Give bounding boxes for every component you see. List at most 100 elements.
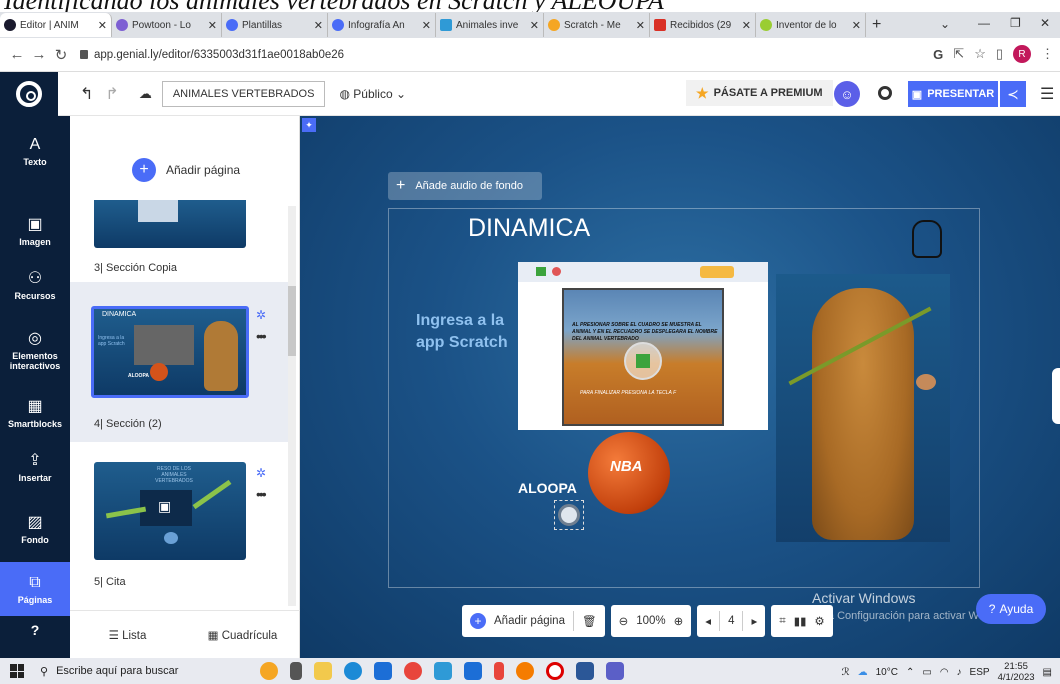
- pin-icon[interactable]: ✦: [302, 118, 316, 132]
- help-button[interactable]: ? Ayuda: [976, 594, 1046, 624]
- notifications-icon[interactable]: ▤: [1043, 667, 1052, 678]
- windows-start-icon[interactable]: [10, 664, 24, 678]
- instruction-text[interactable]: Ingresa a la app Scratch: [416, 310, 526, 354]
- plus-icon[interactable]: +: [470, 613, 486, 629]
- google-icon[interactable]: G: [933, 47, 943, 62]
- opera-icon[interactable]: [546, 662, 564, 680]
- page-thumbnail-3[interactable]: [94, 200, 246, 248]
- next-page-icon[interactable]: ▸: [751, 614, 757, 628]
- language-indicator[interactable]: ESP: [970, 667, 990, 678]
- reload-icon[interactable]: ↻: [50, 46, 72, 64]
- back-icon[interactable]: ←: [6, 46, 28, 63]
- battery-icon[interactable]: ▭: [922, 667, 931, 678]
- aloopa-button[interactable]: [554, 500, 584, 530]
- side-handle-icon[interactable]: [1052, 368, 1060, 424]
- premium-button[interactable]: ★ PÁSATE A PREMIUM: [686, 80, 833, 106]
- settings-icon[interactable]: ⚙: [814, 614, 824, 628]
- close-icon[interactable]: ✕: [848, 19, 861, 32]
- project-title-input[interactable]: ANIMALES VERTEBRADOS: [161, 80, 326, 107]
- app-icon[interactable]: [494, 662, 504, 680]
- people-icon[interactable]: ℛ: [842, 667, 850, 678]
- grid-guides-icon[interactable]: ⌗: [779, 615, 785, 628]
- bookmark-star-icon[interactable]: ☆: [974, 46, 986, 62]
- collaborators-icon[interactable]: ☺: [834, 81, 860, 107]
- browser-tab[interactable]: Plantillas ✕: [222, 13, 328, 37]
- play-flag-icon[interactable]: [624, 342, 662, 380]
- profile-avatar[interactable]: R: [1013, 45, 1031, 63]
- sidebar-item-fondo[interactable]: ▨ Fondo: [0, 512, 70, 545]
- browser-tab[interactable]: Powtoon - Lo ✕: [112, 13, 222, 37]
- close-icon[interactable]: ✕: [204, 19, 217, 32]
- stop-icon[interactable]: [552, 267, 561, 276]
- sidebar-item-imagen[interactable]: ▣ Imagen: [0, 214, 70, 247]
- close-icon[interactable]: ✕: [94, 19, 107, 32]
- app-icon[interactable]: [434, 662, 452, 680]
- browser-tab[interactable]: Scratch - Me ✕: [544, 13, 650, 37]
- mail-icon[interactable]: [374, 662, 392, 680]
- scrollbar-thumb[interactable]: [288, 286, 296, 356]
- browser-tab[interactable]: Editor | ANIM ✕: [0, 13, 112, 37]
- page-thumbnail-5[interactable]: RESO DE LOS ANIMALES VERTEBRADOS ▣: [94, 462, 246, 560]
- browser-tab[interactable]: Inventor de lo ✕: [756, 13, 866, 37]
- new-tab-icon[interactable]: +: [872, 16, 881, 34]
- editor-canvas[interactable]: ✦ + Añade audio de fondo DINAMICA Ingres…: [300, 116, 1060, 658]
- edge-icon[interactable]: [344, 662, 362, 680]
- page-thumbnail-4[interactable]: DINAMICA Ingresa a la app Scratch ALOOPA: [91, 306, 249, 398]
- genially-logo[interactable]: [0, 71, 58, 116]
- slide-title[interactable]: DINAMICA: [468, 214, 590, 243]
- chrome-icon[interactable]: [404, 662, 422, 680]
- dog-image[interactable]: [776, 274, 950, 542]
- help-icon[interactable]: ?: [0, 622, 70, 638]
- trash-icon[interactable]: 🗑: [582, 614, 597, 628]
- close-icon[interactable]: ✕: [738, 19, 751, 32]
- sidebar-item-insertar[interactable]: ⇪ Insertar: [0, 450, 70, 483]
- visibility-dropdown[interactable]: ◍ Público ⌄: [339, 87, 406, 101]
- zoom-out-icon[interactable]: ⊖: [619, 614, 629, 628]
- clock[interactable]: 21:55 4/1/2023: [998, 661, 1035, 683]
- wifi-icon[interactable]: ◠: [940, 667, 949, 678]
- hamburger-menu-icon[interactable]: ☰: [1040, 84, 1054, 104]
- minimize-icon[interactable]: —: [978, 16, 990, 30]
- sidebar-item-smartblocks[interactable]: ▦ Smartblocks: [0, 396, 70, 429]
- sidebar-item-recursos[interactable]: ⚇ Recursos: [0, 268, 70, 301]
- aloopa-label[interactable]: ALOOPA: [518, 480, 577, 496]
- sidebar-item-interactivos[interactable]: ◎ Elementos interactivos: [0, 328, 70, 371]
- close-window-icon[interactable]: ✕: [1040, 16, 1050, 30]
- undo-icon[interactable]: ↰: [80, 84, 93, 104]
- sparkle-icon[interactable]: ✲: [256, 466, 266, 480]
- store-icon[interactable]: [464, 662, 482, 680]
- close-icon[interactable]: ✕: [418, 19, 431, 32]
- tab-search-icon[interactable]: ⌄: [940, 17, 950, 31]
- url-field[interactable]: app.genial.ly/editor/6335003d31f1ae0018a…: [80, 49, 344, 61]
- add-page-button[interactable]: Añadir página: [494, 615, 565, 627]
- layers-icon[interactable]: ▮▮: [794, 614, 807, 628]
- basketball-image[interactable]: NBA: [588, 432, 670, 514]
- browser-tab[interactable]: Infografía An ✕: [328, 13, 436, 37]
- more-options-icon[interactable]: •••: [256, 486, 267, 502]
- page-number[interactable]: 4: [728, 615, 734, 627]
- browser-tab[interactable]: Animales inve ✕: [436, 13, 544, 37]
- browser-menu-icon[interactable]: ⋮: [1041, 46, 1054, 62]
- close-icon[interactable]: ✕: [310, 19, 323, 32]
- scratch-embed[interactable]: AL PRESIONAR SOBRE EL CUADRO SE MUESTRA …: [518, 262, 768, 430]
- forward-icon[interactable]: →: [28, 46, 50, 63]
- share-page-icon[interactable]: ⇱: [953, 46, 964, 62]
- zoom-in-icon[interactable]: ⊕: [674, 614, 684, 628]
- sparkle-icon[interactable]: ✲: [256, 308, 266, 322]
- volume-icon[interactable]: ♪: [957, 667, 962, 678]
- share-icon[interactable]: ≺: [1000, 81, 1026, 107]
- side-panel-icon[interactable]: ▯: [996, 46, 1003, 62]
- sidebar-item-texto[interactable]: A Texto: [0, 136, 70, 167]
- tab-cuadricula[interactable]: ▦ Cuadrícula: [185, 628, 300, 642]
- restore-icon[interactable]: ❐: [1010, 16, 1021, 30]
- close-icon[interactable]: ✕: [632, 19, 645, 32]
- browser-tab[interactable]: Recibidos (29 ✕: [650, 13, 756, 37]
- task-view-icon[interactable]: [290, 662, 302, 680]
- teams-icon[interactable]: [606, 662, 624, 680]
- tab-lista[interactable]: ☰ Lista: [70, 628, 185, 642]
- more-options-icon[interactable]: •••: [256, 328, 267, 344]
- pages-scrollbar[interactable]: [288, 206, 296, 606]
- present-button[interactable]: ▣ PRESENTAR: [908, 81, 998, 107]
- redo-icon[interactable]: ↱: [105, 84, 118, 104]
- scratch-stage[interactable]: AL PRESIONAR SOBRE EL CUADRO SE MUESTRA …: [562, 288, 724, 426]
